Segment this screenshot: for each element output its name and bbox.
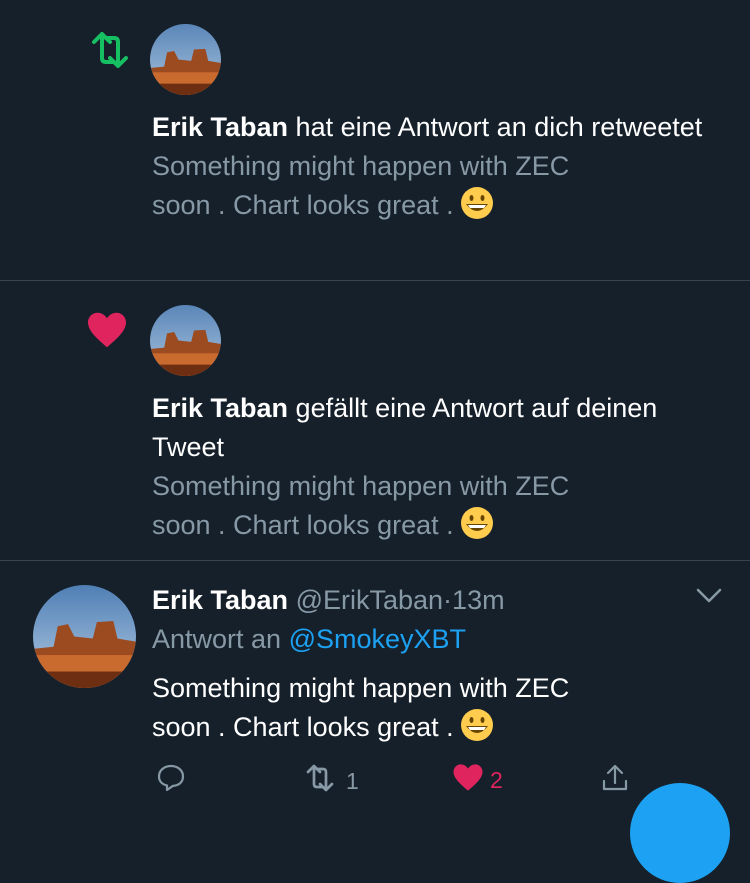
tweet-header: Erik Taban @ErikTaban·13m (152, 581, 505, 619)
separator: · (443, 585, 453, 615)
avatar[interactable] (150, 24, 221, 95)
like-count: 2 (490, 767, 503, 793)
reply-context: Antwort an @SmokeyXBT (152, 620, 466, 658)
retweet-button[interactable]: 1 (300, 763, 359, 799)
grin-emoji-icon (460, 186, 494, 231)
notification-action: hat eine Antwort an dich retweetet (288, 112, 703, 142)
reply-to-link[interactable]: @SmokeyXBT (289, 624, 466, 654)
preview-line: Something might happen with ZEC (152, 471, 570, 501)
tweet-text-line: soon . Chart looks great . (152, 712, 454, 742)
heart-icon (452, 763, 484, 798)
share-button[interactable] (600, 763, 630, 799)
compose-button[interactable] (630, 783, 730, 883)
preview-line: soon . Chart looks great . (152, 510, 454, 540)
notification-text: Erik Taban hat eine Antwort an dich retw… (152, 108, 712, 231)
reply-button[interactable] (156, 763, 186, 799)
user-name[interactable]: Erik Taban (152, 112, 288, 142)
retweet-icon (300, 763, 340, 799)
avatar[interactable] (33, 585, 136, 688)
share-icon (600, 763, 630, 799)
tweet-actions: 1 2 (0, 753, 750, 800)
tweet-text: Something might happen with ZEC soon . C… (152, 669, 712, 753)
notification-retweet[interactable]: Erik Taban hat eine Antwort an dich retw… (0, 0, 750, 281)
grin-emoji-icon (460, 708, 494, 753)
preview-line: Something might happen with ZEC (152, 151, 570, 181)
like-button[interactable]: 2 (452, 763, 503, 798)
user-name[interactable]: Erik Taban (152, 585, 288, 615)
retweet-icon (86, 30, 134, 75)
preview-line: soon . Chart looks great . (152, 190, 454, 220)
notification-like[interactable]: Erik Taban gefällt eine Antwort auf dein… (0, 281, 750, 561)
retweet-count: 1 (346, 767, 359, 794)
reply-prefix: Antwort an (152, 624, 282, 654)
tweet-text-line: Something might happen with ZEC (152, 673, 570, 703)
heart-icon (86, 311, 128, 354)
notification-text: Erik Taban gefällt eine Antwort auf dein… (152, 389, 712, 551)
avatar[interactable] (150, 305, 221, 376)
timestamp[interactable]: 13m (452, 585, 505, 615)
grin-emoji-icon (460, 506, 494, 551)
reply-icon (156, 763, 186, 799)
user-handle[interactable]: @ErikTaban (296, 585, 443, 615)
user-name[interactable]: Erik Taban (152, 393, 288, 423)
chevron-down-icon[interactable] (695, 586, 723, 611)
